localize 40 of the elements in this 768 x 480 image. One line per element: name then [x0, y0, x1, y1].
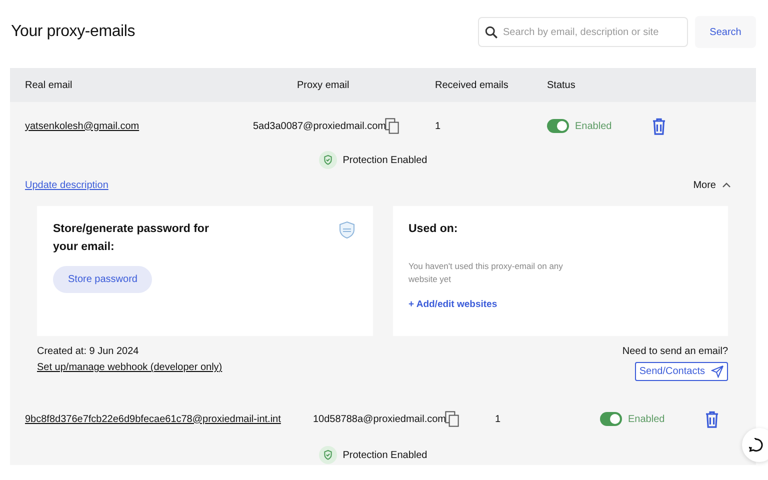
status-label: Enabled — [628, 414, 665, 424]
protection-status: Protection Enabled — [342, 450, 428, 460]
received-count: 1 — [435, 120, 442, 132]
copy-icon[interactable] — [385, 118, 399, 134]
shield-icon — [336, 220, 356, 240]
send-icon — [711, 365, 724, 378]
status-label: Enabled — [575, 120, 612, 132]
more-toggle[interactable]: More — [693, 180, 731, 190]
column-header: Received emails — [435, 80, 510, 90]
real-email-link[interactable]: 9bc8f8d376e7fcb22e6d9bfecae61c78@proxiedmail-int.int — [25, 414, 310, 424]
webhook-link[interactable]: Set up/manage webhook (developer only) — [37, 362, 222, 373]
search-button[interactable]: Search — [695, 16, 756, 48]
empty-note: You haven't used this proxy-email on any website yet — [408, 260, 564, 286]
toggle-switch[interactable] — [600, 412, 622, 426]
send-contacts-button[interactable]: Send/Contacts — [635, 362, 728, 381]
update-description-link[interactable]: Update description — [25, 180, 108, 190]
copy-icon[interactable] — [445, 411, 459, 427]
search-field[interactable]: Search by email, description or site — [478, 17, 688, 47]
column-header: Proxy email — [296, 80, 350, 90]
card-title: Store/generate password for your email: — [53, 222, 210, 255]
real-email-link[interactable]: yatsenkolesh@gmail.com — [25, 120, 220, 132]
chat-icon — [749, 438, 763, 452]
column-header: Real email — [25, 80, 74, 90]
send-question: Need to send an email? — [622, 346, 728, 357]
shield-icon — [318, 151, 337, 169]
protection-status: Protection Enabled — [342, 154, 428, 166]
chevron-up-icon — [722, 182, 731, 188]
column-header: Status — [547, 80, 576, 90]
proxy-email: 10d58788a@proxiedmail.com — [312, 414, 446, 424]
toggle-switch[interactable] — [547, 119, 569, 133]
page-title: Your proxy-emails — [11, 23, 136, 41]
received-count: 1 — [495, 414, 502, 424]
card-title: Used on: — [408, 222, 459, 237]
proxy-email: 5ad3a0087@proxiedmail.com — [252, 120, 386, 132]
store-password-button[interactable]: Store password — [53, 266, 152, 293]
created-date: Created at: 9 Jun 2024 — [37, 346, 140, 357]
trash-icon[interactable] — [652, 118, 666, 134]
trash-icon[interactable] — [704, 410, 719, 428]
add-websites-link[interactable]: + Add/edit websites — [408, 299, 498, 310]
shield-icon — [318, 446, 337, 464]
